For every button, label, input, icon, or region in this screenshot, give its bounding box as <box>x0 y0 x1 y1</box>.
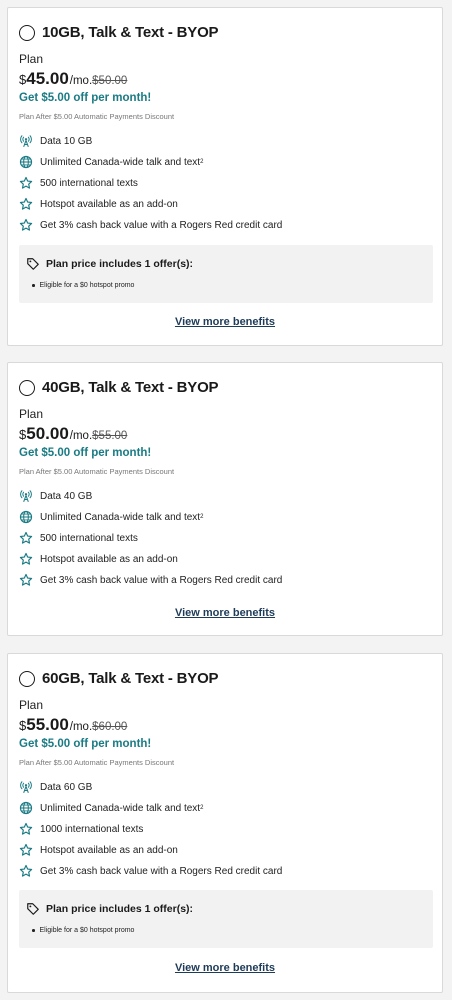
signal-tower-icon <box>19 134 33 148</box>
offer-item-text: Eligible for a $0 hotspot promo <box>39 927 135 934</box>
promo-text: Get $5.00 off per month! <box>19 738 152 750</box>
plan-label: Plan <box>19 52 44 66</box>
feature-text: Hotspot available as an add-on <box>40 198 178 210</box>
price-period: /mo. <box>69 430 93 442</box>
plan-label: Plan <box>19 407 44 421</box>
feature-data: Data 10 GB <box>19 134 92 148</box>
plan-header: 40GB, Talk & Text - BYOP <box>19 379 219 396</box>
plan-radio-button[interactable] <box>19 24 35 41</box>
price-row: $55.00/mo. $60.00 <box>19 715 127 735</box>
feature-text: Data 40 GB <box>40 490 93 502</box>
star-icon <box>19 197 33 211</box>
feature-text: Get 3% cash back value with a Rogers Red… <box>40 574 283 586</box>
price-row: $50.00/mo. $55.00 <box>19 424 127 444</box>
feature-cash-back: Get 3% cash back value with a Rogers Red… <box>19 573 282 587</box>
star-icon <box>19 531 33 545</box>
feature-international-texts: 500 international texts <box>19 531 138 545</box>
feature-text: 1000 international texts <box>40 823 144 835</box>
feature-text: Get 3% cash back value with a Rogers Red… <box>40 865 283 877</box>
promo-text: Get $5.00 off per month! <box>19 92 152 104</box>
plan-card[interactable]: 10GB, Talk & Text - BYOP Plan $45.00/mo.… <box>7 7 443 346</box>
plan-radio-button[interactable] <box>19 670 35 687</box>
offer-item-text: Eligible for a $0 hotspot promo <box>39 282 135 289</box>
tag-icon <box>26 902 40 916</box>
star-icon <box>19 843 33 857</box>
offer-title: Plan price includes 1 offer(s): <box>46 258 194 270</box>
feature-text: Data 60 GB <box>40 781 93 793</box>
plan-label: Plan <box>19 698 44 712</box>
feature-hotspot: Hotspot available as an add-on <box>19 843 178 857</box>
discount-note: Plan After $5.00 Automatic Payments Disc… <box>19 467 175 476</box>
feature-hotspot: Hotspot available as an add-on <box>19 552 178 566</box>
feature-text: Unlimited Canada-wide talk and text <box>40 511 201 523</box>
discount-note: Plan After $5.00 Automatic Payments Disc… <box>19 112 175 121</box>
plan-header: 10GB, Talk & Text - BYOP <box>19 24 219 41</box>
price-period: /mo. <box>69 75 93 87</box>
offer-header: Plan price includes 1 offer(s): <box>26 257 193 271</box>
star-icon <box>19 552 33 566</box>
feature-text: Hotspot available as an add-on <box>40 844 178 856</box>
offer-box: Plan price includes 1 offer(s): Eligible… <box>19 890 433 948</box>
globe-icon <box>19 155 33 169</box>
feature-text: Get 3% cash back value with a Rogers Red… <box>40 219 283 231</box>
discount-note: Plan After $5.00 Automatic Payments Disc… <box>19 758 175 767</box>
feature-talk-text: Unlimited Canada-wide talk and text 2 <box>19 510 203 524</box>
price-amount: 45.00 <box>26 69 69 88</box>
offer-item: Eligible for a $0 hotspot promo <box>32 927 134 934</box>
feature-international-texts: 500 international texts <box>19 176 138 190</box>
offer-box: Plan price includes 1 offer(s): Eligible… <box>19 245 433 303</box>
bullet <box>32 929 35 932</box>
currency-symbol: $ <box>19 718 27 733</box>
currency-symbol: $ <box>19 427 27 442</box>
feature-data: Data 40 GB <box>19 489 92 503</box>
star-icon <box>19 176 33 190</box>
plan-title: 60GB, Talk & Text - BYOP <box>42 670 219 687</box>
offer-header: Plan price includes 1 offer(s): <box>26 902 193 916</box>
globe-icon <box>19 801 33 815</box>
plan-header: 60GB, Talk & Text - BYOP <box>19 670 219 687</box>
feature-text: 500 international texts <box>40 177 138 189</box>
feature-text: Unlimited Canada-wide talk and text <box>40 156 201 168</box>
currency-symbol: $ <box>19 72 27 87</box>
plan-radio-button[interactable] <box>19 379 35 396</box>
original-price: $50.00 <box>92 75 128 87</box>
view-more-benefits-link[interactable]: View more benefits <box>8 607 442 619</box>
star-icon <box>19 218 33 232</box>
price-period: /mo. <box>69 721 93 733</box>
original-price: $55.00 <box>92 430 128 442</box>
price-row: $45.00/mo. $50.00 <box>19 69 127 89</box>
bullet <box>32 284 35 287</box>
feature-cash-back: Get 3% cash back value with a Rogers Red… <box>19 218 282 232</box>
feature-text: Unlimited Canada-wide talk and text <box>40 802 201 814</box>
price-amount: 50.00 <box>26 424 69 443</box>
feature-data: Data 60 GB <box>19 780 92 794</box>
star-icon <box>19 864 33 878</box>
plan-title: 10GB, Talk & Text - BYOP <box>42 24 219 41</box>
star-icon <box>19 573 33 587</box>
feature-text: 500 international texts <box>40 532 138 544</box>
star-icon <box>19 822 33 836</box>
view-more-benefits-link[interactable]: View more benefits <box>8 316 442 328</box>
feature-cash-back: Get 3% cash back value with a Rogers Red… <box>19 864 282 878</box>
feature-international-texts: 1000 international texts <box>19 822 143 836</box>
globe-icon <box>19 510 33 524</box>
tag-icon <box>26 257 40 271</box>
offer-title: Plan price includes 1 offer(s): <box>46 903 194 915</box>
feature-talk-text: Unlimited Canada-wide talk and text 2 <box>19 155 203 169</box>
feature-text: Data 10 GB <box>40 135 93 147</box>
signal-tower-icon <box>19 489 33 503</box>
original-price: $60.00 <box>92 721 128 733</box>
signal-tower-icon <box>19 780 33 794</box>
feature-hotspot: Hotspot available as an add-on <box>19 197 178 211</box>
plan-card[interactable]: 40GB, Talk & Text - BYOP Plan $50.00/mo.… <box>7 362 443 636</box>
view-more-benefits-link[interactable]: View more benefits <box>8 962 442 974</box>
plan-card[interactable]: 60GB, Talk & Text - BYOP Plan $55.00/mo.… <box>7 653 443 993</box>
price-amount: 55.00 <box>26 715 69 734</box>
feature-talk-text: Unlimited Canada-wide talk and text 2 <box>19 801 203 815</box>
plan-title: 40GB, Talk & Text - BYOP <box>42 379 219 396</box>
offer-item: Eligible for a $0 hotspot promo <box>32 282 134 289</box>
promo-text: Get $5.00 off per month! <box>19 447 152 459</box>
feature-text: Hotspot available as an add-on <box>40 553 178 565</box>
